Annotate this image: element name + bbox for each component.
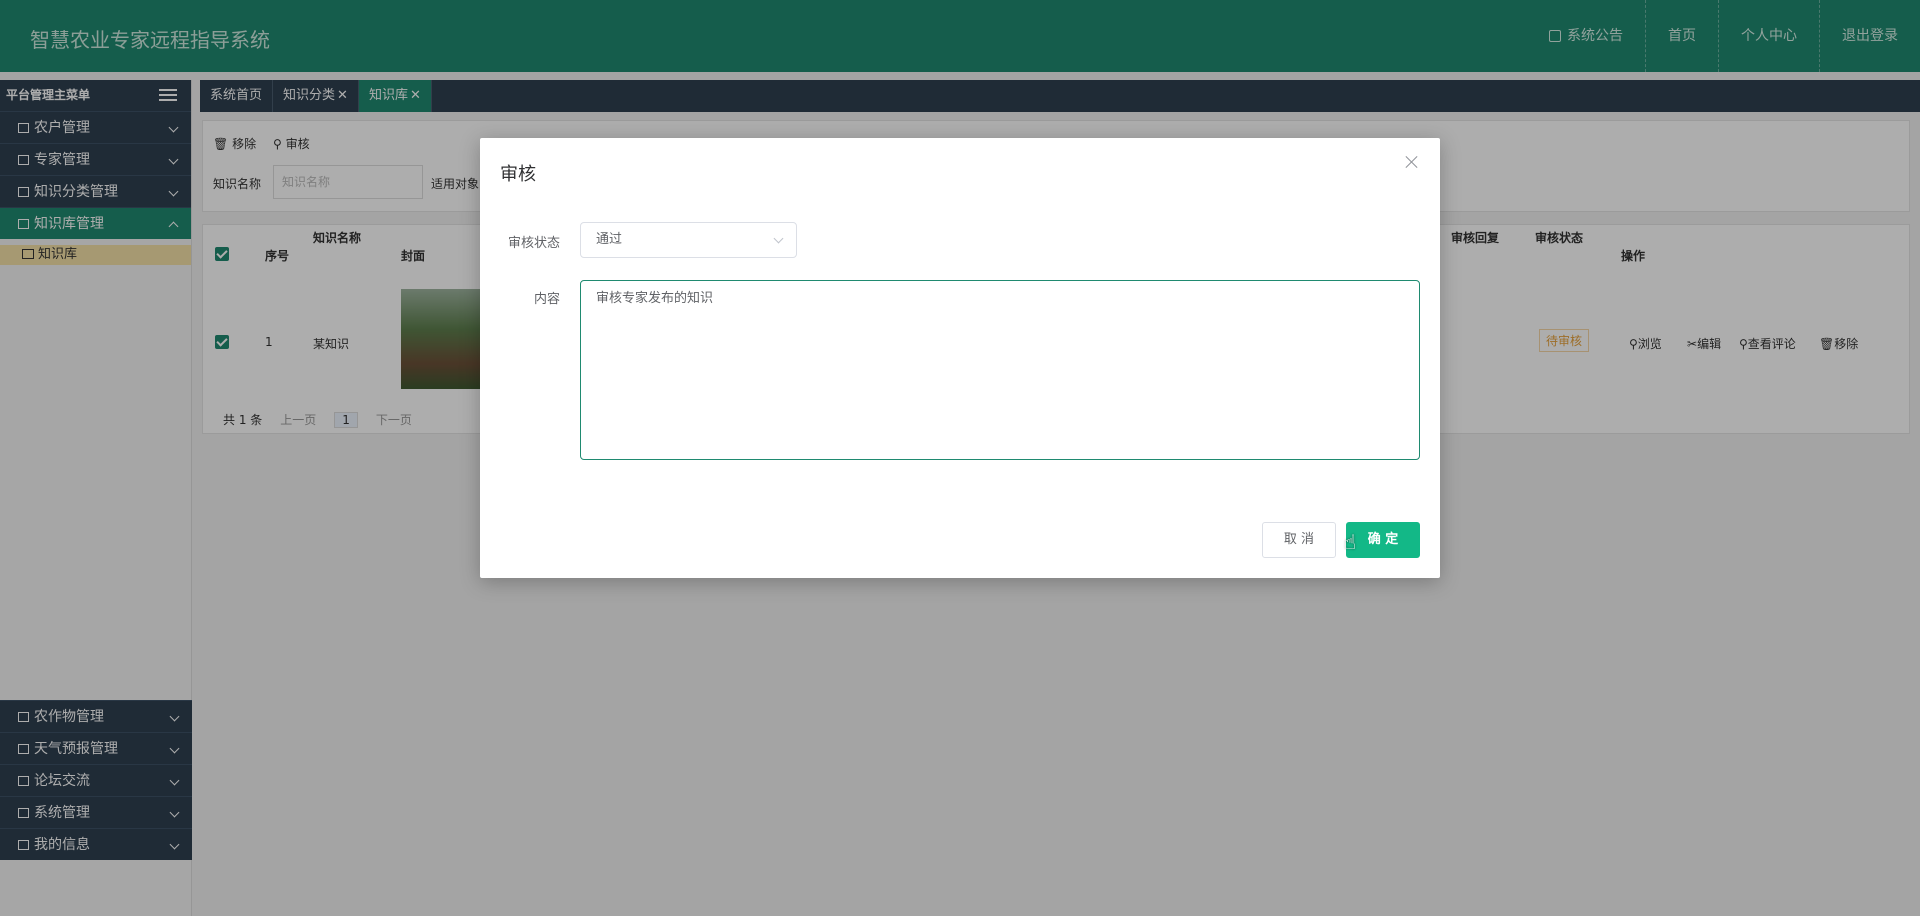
cancel-button[interactable]: 取 消 [1262, 522, 1336, 558]
status-select-value: 通过 [596, 232, 623, 247]
close-icon[interactable] [1404, 154, 1420, 170]
content-label: 内容 [533, 292, 560, 307]
status-select[interactable]: 通过 [580, 222, 797, 258]
chevron-down-icon [773, 233, 784, 244]
confirm-button[interactable]: 确 定 [1346, 522, 1420, 558]
status-label: 审核状态 [507, 236, 560, 251]
audit-dialog: 审核 审核状态 通过 内容 审核专家发布的知识 取 消 确 定 [480, 138, 1440, 578]
hand-cursor-icon: ☝ [1344, 530, 1357, 554]
content-textarea[interactable]: 审核专家发布的知识 [580, 280, 1420, 460]
dialog-title: 审核 [500, 164, 536, 185]
